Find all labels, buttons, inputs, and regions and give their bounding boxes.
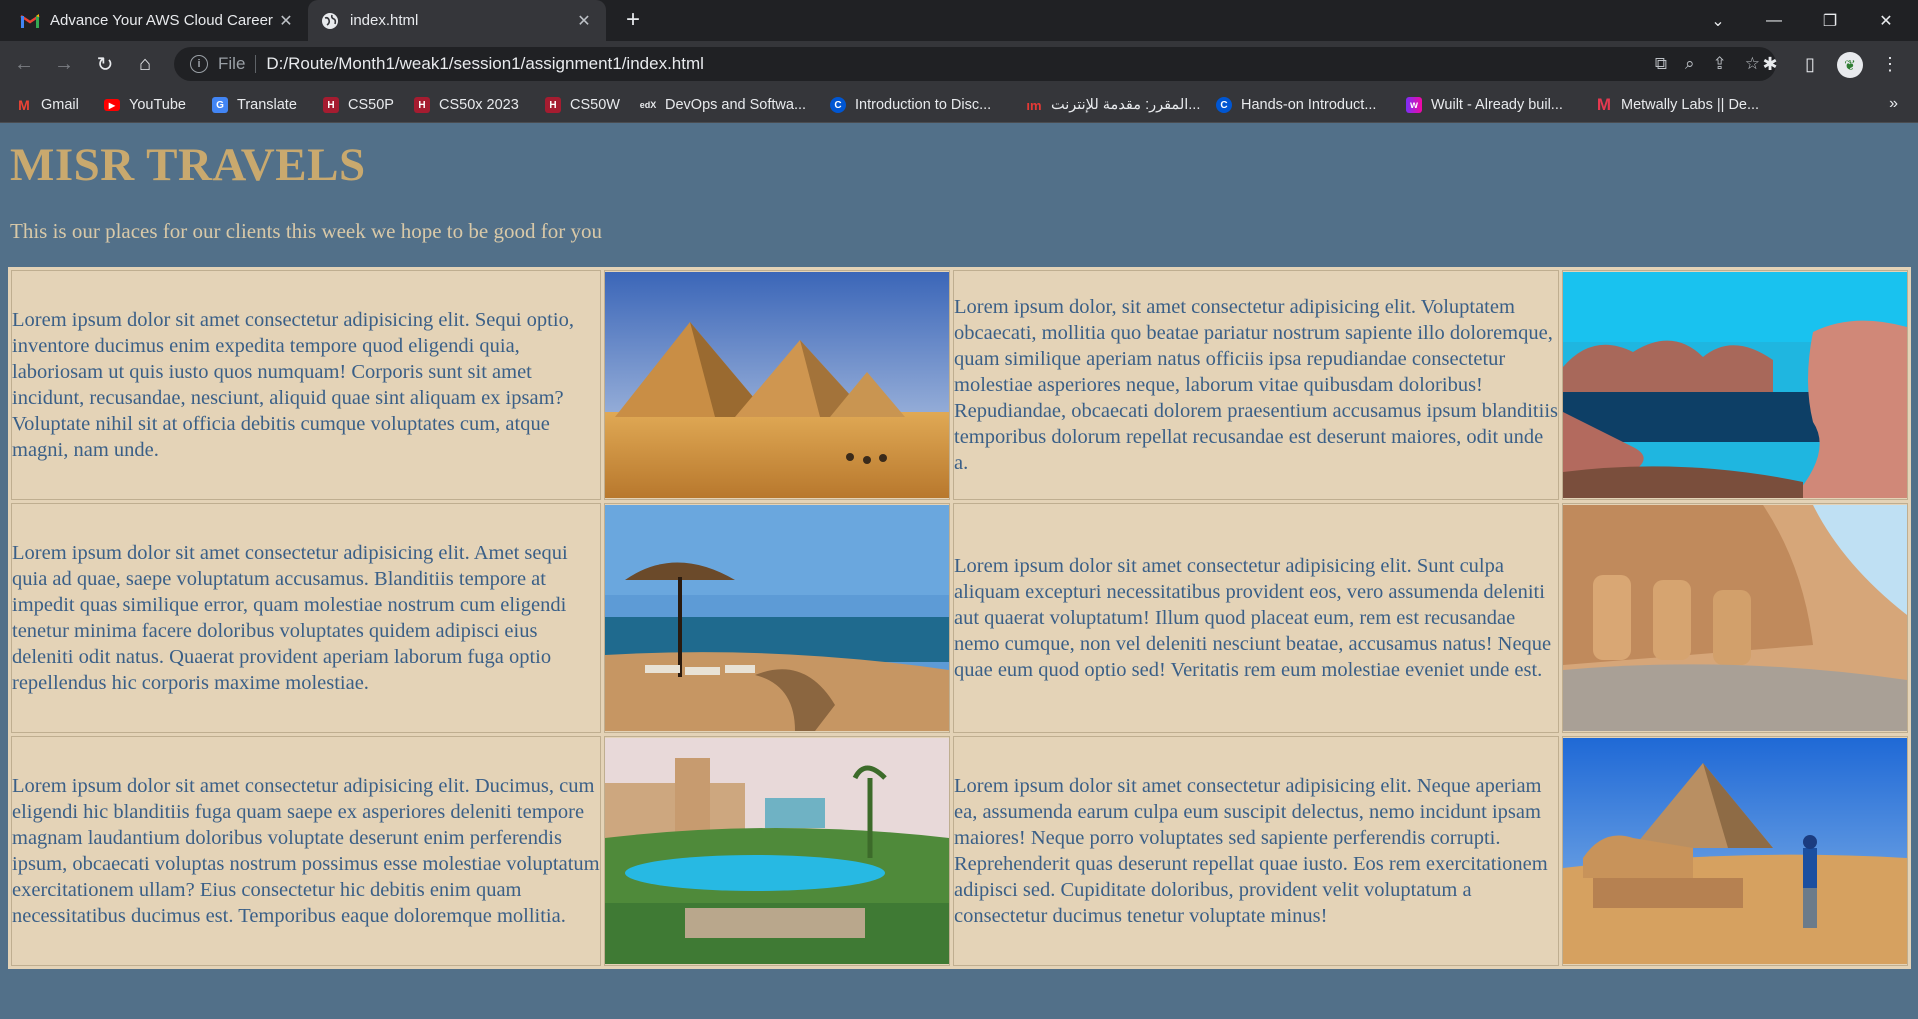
bookmark-label: Hands-on Introduct... [1241, 97, 1377, 113]
info-icon[interactable]: i [190, 55, 208, 73]
coursera-icon: C [830, 97, 846, 113]
tab-search-icon[interactable]: ⌄ [1690, 0, 1746, 41]
scheme-label: File [218, 54, 246, 73]
edraak-icon: ım [1026, 97, 1042, 113]
tab-title: Advance Your AWS Cloud Career [50, 12, 273, 29]
divider [255, 55, 257, 73]
harvard-icon: H [323, 97, 339, 113]
bookmark-hands-on[interactable]: C Hands-on Introduct... [1216, 87, 1376, 123]
bookmark-label: CS50P [348, 97, 394, 113]
bookmark-label: DevOps and Softwa... [665, 97, 807, 113]
bookmark-metwally[interactable]: M Metwally Labs || De... [1596, 87, 1759, 123]
bookmark-cs50p[interactable]: H CS50P [323, 87, 394, 123]
place-image-cell [604, 270, 950, 500]
lake-rocks-photo [1563, 272, 1907, 498]
abu-simbel-temple-photo [1563, 505, 1907, 731]
bookmark-translate[interactable]: G Translate [212, 87, 297, 123]
place-description: Lorem ipsum dolor, sit amet consectetur … [953, 270, 1559, 500]
places-table: Lorem ipsum dolor sit amet consectetur a… [8, 267, 1911, 969]
bookmark-label: Metwally Labs || De... [1621, 97, 1760, 113]
reload-icon[interactable]: ↻ [91, 50, 119, 78]
profile-avatar[interactable]: ❦ [1836, 51, 1864, 79]
zoom-icon[interactable]: ⌕ [1685, 54, 1695, 74]
table-row: Lorem ipsum dolor sit amet consectetur a… [11, 270, 1908, 500]
page-title: MISR TRAVELS [10, 139, 366, 191]
edx-icon: edX [639, 100, 657, 110]
place-image-cell [1562, 270, 1908, 500]
bookmark-cs50x[interactable]: H CS50x 2023 [414, 87, 519, 123]
new-tab-button[interactable]: + [620, 8, 646, 34]
translate-icon[interactable]: ⧉ [1655, 54, 1667, 74]
page-tagline: This is our places for our clients this … [10, 219, 602, 243]
bookmark-devops[interactable]: edX DevOps and Softwa... [640, 87, 806, 123]
bookmark-youtube[interactable]: ▶ YouTube [104, 87, 186, 123]
place-image-cell [1562, 503, 1908, 733]
gmail-icon [20, 11, 40, 31]
side-panel-icon[interactable]: ▯ [1796, 50, 1824, 78]
metwally-icon: M [1596, 95, 1612, 114]
youtube-icon: ▶ [104, 99, 120, 111]
table-row: Lorem ipsum dolor sit amet consectetur a… [11, 736, 1908, 966]
place-description: Lorem ipsum dolor sit amet consectetur a… [11, 503, 601, 733]
harvard-icon: H [545, 97, 561, 113]
pyramids-desert-photo [605, 272, 949, 498]
beach-umbrella-photo [605, 505, 949, 731]
bookmark-label: YouTube [129, 97, 186, 113]
bookmark-wuilt[interactable]: w Wuilt - Already buil... [1406, 87, 1563, 123]
bookmark-cs50w[interactable]: H CS50W [545, 87, 620, 123]
chevron-right-icon[interactable]: » [1889, 95, 1898, 113]
browser-toolbar: ← → ↻ ⌂ i File D:/Route/Month1/weak1/ses… [0, 41, 1918, 87]
table-row: Lorem ipsum dolor sit amet consectetur a… [11, 503, 1908, 733]
restore-button[interactable]: ❐ [1802, 0, 1858, 41]
extensions-icon[interactable]: ✱ [1756, 50, 1784, 78]
gmail-icon: M [18, 97, 30, 113]
tab-index-html[interactable]: index.html ✕ [308, 0, 606, 41]
place-description: Lorem ipsum dolor sit amet consectetur a… [11, 736, 601, 966]
url-text[interactable]: D:/Route/Month1/weak1/session1/assignmen… [266, 54, 704, 74]
bookmark-label: Introduction to Disc... [855, 97, 992, 113]
bookmark-edraak[interactable]: ım المقرر: مقدمة للإنترنت... [1026, 87, 1200, 123]
place-image-cell [604, 736, 950, 966]
home-icon[interactable]: ⌂ [131, 50, 159, 78]
place-description: Lorem ipsum dolor sit amet consectetur a… [953, 503, 1559, 733]
web-page: MISR TRAVELS This is our places for our … [0, 124, 1918, 1019]
tab-gmail[interactable]: Advance Your AWS Cloud Career ✕ [8, 0, 308, 41]
place-description: Lorem ipsum dolor sit amet consectetur a… [11, 270, 601, 500]
wuilt-icon: w [1406, 97, 1422, 113]
coursera-icon: C [1216, 97, 1232, 113]
menu-icon[interactable]: ⋮ [1876, 50, 1904, 78]
tab-title: index.html [350, 12, 419, 29]
bookmark-label: المقرر: مقدمة للإنترنت... [1051, 97, 1201, 113]
place-image-cell [604, 503, 950, 733]
share-icon[interactable]: ⇪ [1713, 54, 1727, 74]
place-description: Lorem ipsum dolor sit amet consectetur a… [953, 736, 1559, 966]
bookmark-intro-disc[interactable]: C Introduction to Disc... [830, 87, 991, 123]
close-icon[interactable]: ✕ [574, 11, 594, 31]
back-arrow-icon[interactable]: ← [10, 50, 38, 78]
close-window-button[interactable]: ✕ [1858, 0, 1914, 41]
minimize-button[interactable]: — [1746, 0, 1802, 41]
bookmark-label: Gmail [41, 97, 79, 113]
bookmark-gmail[interactable]: M Gmail [16, 87, 79, 123]
bookmark-label: CS50W [570, 97, 620, 113]
bookmark-label: CS50x 2023 [439, 97, 519, 113]
bookmarks-bar: M Gmail ▶ YouTube G Translate H CS50P H … [0, 87, 1918, 123]
sphinx-pyramid-photo [1563, 738, 1907, 964]
translate-icon: G [212, 97, 228, 113]
globe-icon [320, 11, 340, 31]
resort-pool-photo [605, 738, 949, 964]
tab-strip: Advance Your AWS Cloud Career ✕ index.ht… [0, 0, 1918, 41]
address-bar[interactable]: i File D:/Route/Month1/weak1/session1/as… [174, 47, 1776, 81]
bookmark-label: Translate [237, 97, 297, 113]
bookmark-label: Wuilt - Already buil... [1431, 97, 1563, 113]
harvard-icon: H [414, 97, 430, 113]
close-icon[interactable]: ✕ [276, 11, 296, 31]
forward-arrow-icon[interactable]: → [50, 50, 78, 78]
place-image-cell [1562, 736, 1908, 966]
